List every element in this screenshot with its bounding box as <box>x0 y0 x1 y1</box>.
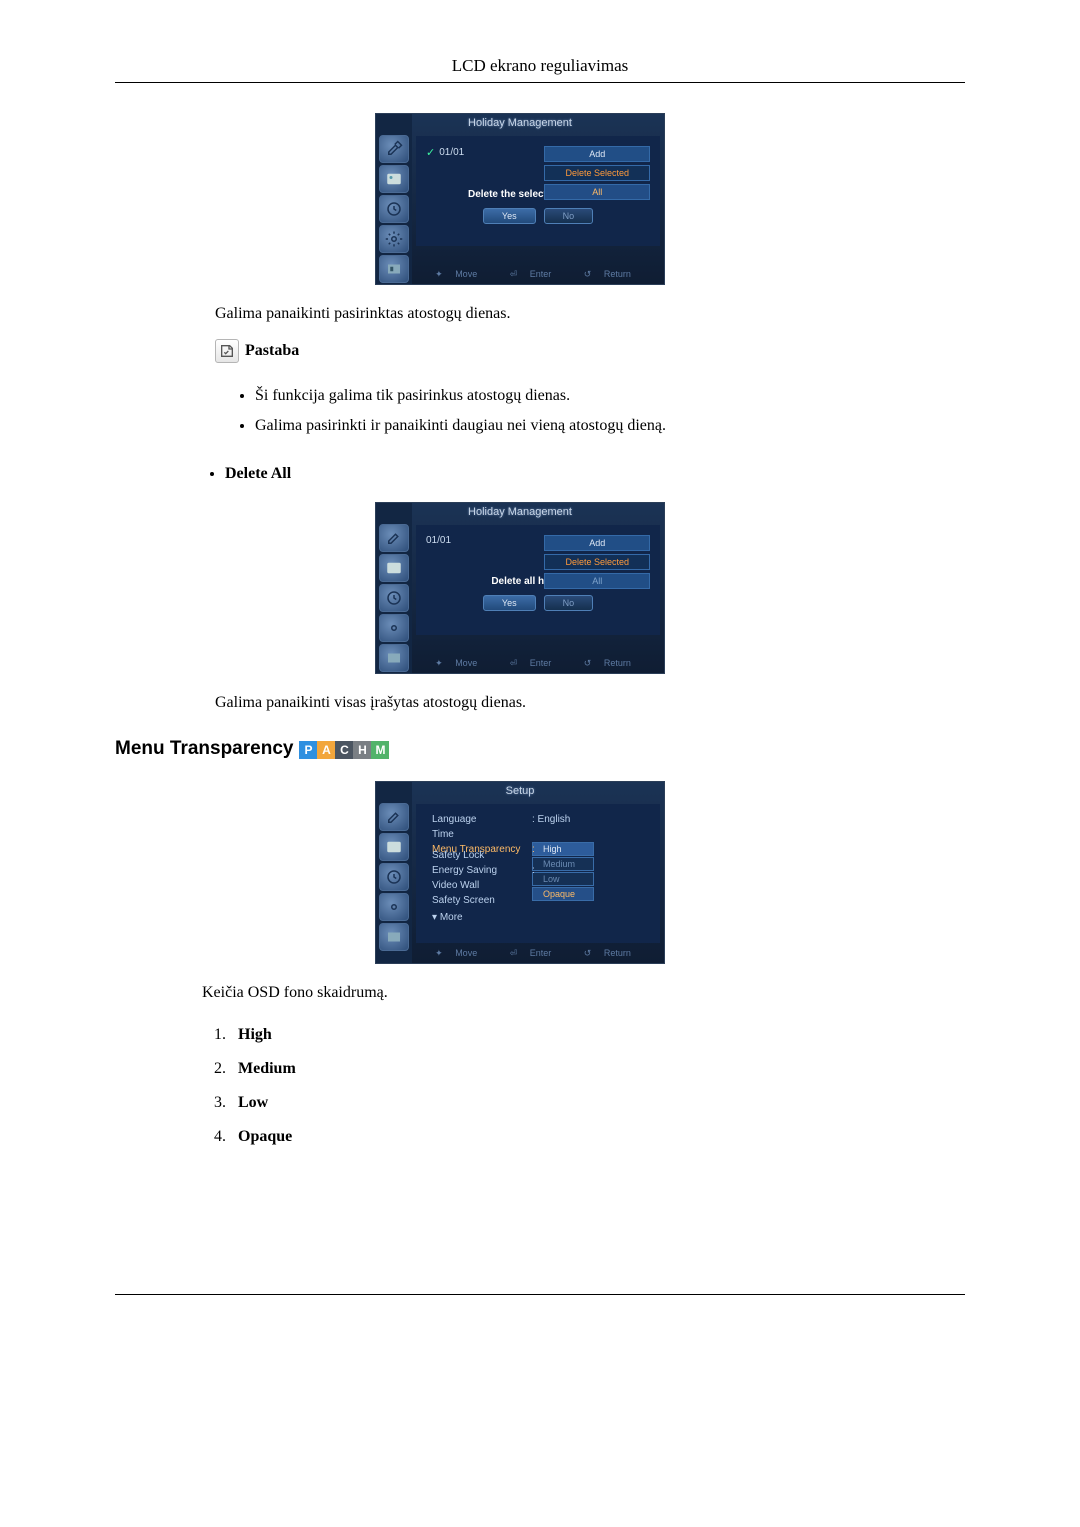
yes-button[interactable]: Yes <box>483 595 536 611</box>
label: Language <box>432 814 532 825</box>
move-hint: ✦ Move <box>435 658 487 668</box>
return-hint: ↺ Return <box>584 658 641 668</box>
gear-icon[interactable] <box>379 893 409 921</box>
row-safety-screen[interactable]: Safety Screen <box>426 893 650 908</box>
tool-icon[interactable] <box>379 803 409 831</box>
enter-hint: ⏎ Enter <box>510 269 562 279</box>
picture-icon[interactable] <box>379 833 409 861</box>
move-hint: ✦ Move <box>435 948 487 958</box>
side-options: Add Delete Selected All <box>544 535 650 592</box>
return-hint: ↺ Return <box>584 269 641 279</box>
label: Safety Screen <box>432 895 532 906</box>
delete-selected-button[interactable]: Delete Selected <box>544 165 650 181</box>
check-icon: ✓ <box>426 146 435 159</box>
osd-footer: ✦ Move ⏎ Enter ↺ Return <box>412 948 664 959</box>
enter-hint: ⏎ Enter <box>510 948 562 958</box>
page-header: LCD ekrano reguliavimas <box>115 48 965 83</box>
enter-hint: ⏎ Enter <box>510 658 562 668</box>
bullet-2: Galima pasirinkti ir panaikinti daugiau … <box>255 411 965 441</box>
bullet-1: Ši funkcija galima tik pasirinkus atosto… <box>255 381 965 411</box>
list-item: Medium <box>230 1052 965 1086</box>
osd-footer: ✦ Move ⏎ Enter ↺ Return <box>412 658 664 669</box>
info-icon[interactable] <box>379 255 409 283</box>
add-button[interactable]: Add <box>544 535 650 551</box>
osd-sidebar-icons <box>376 782 412 963</box>
picture-icon[interactable] <box>379 554 409 582</box>
osd-footer: ✦ Move ⏎ Enter ↺ Return <box>412 269 664 280</box>
badge-p: P <box>299 741 317 759</box>
holiday-date[interactable]: ✓ 01/01 <box>426 146 464 159</box>
picture-icon[interactable] <box>379 165 409 193</box>
osd-holiday-delete-all: Holiday Management 01/01 Add Delete Sele… <box>375 502 665 674</box>
value: : English <box>532 814 570 825</box>
return-hint: ↺ Return <box>584 948 641 958</box>
all-button[interactable]: All <box>544 184 650 200</box>
list-item: Opaque <box>230 1120 965 1154</box>
note-icon <box>215 339 239 363</box>
clock-icon[interactable] <box>379 195 409 223</box>
label: Energy Saving <box>432 865 532 876</box>
side-options: Add Delete Selected All <box>544 146 650 203</box>
footer-rule <box>115 1294 965 1295</box>
delete-selected-desc: Galima panaikinti pasirinktas atostogų d… <box>215 305 965 323</box>
all-button[interactable]: All <box>544 573 650 589</box>
label: Safety Lock <box>432 850 532 861</box>
more-indicator[interactable]: More <box>426 908 650 927</box>
osd-holiday-delete-selected: Holiday Management ✓ 01/01 Add Delete Se… <box>375 113 665 285</box>
badge-h: H <box>353 741 371 759</box>
list-item: High <box>230 1018 965 1052</box>
row-video-wall[interactable]: Video Wall <box>426 878 650 893</box>
delete-selected-button[interactable]: Delete Selected <box>544 554 650 570</box>
info-icon[interactable] <box>379 644 409 672</box>
no-button[interactable]: No <box>544 595 594 611</box>
clock-icon[interactable] <box>379 584 409 612</box>
row-language[interactable]: Language : English <box>426 812 650 827</box>
tool-icon[interactable] <box>379 135 409 163</box>
note-bullets: Ši funkcija galima tik pasirinkus atosto… <box>255 381 965 441</box>
move-hint: ✦ Move <box>435 269 487 279</box>
list-item: Low <box>230 1086 965 1120</box>
label: Time <box>432 829 532 840</box>
row-time[interactable]: Time <box>426 827 650 842</box>
delete-all-label: Delete All <box>225 461 965 487</box>
label: Video Wall <box>432 880 532 891</box>
transparency-list: High Medium Low Opaque <box>230 1018 965 1154</box>
osd-sidebar-icons <box>376 114 412 284</box>
section-desc: Keičia OSD fono skaidrumą. <box>202 984 965 1002</box>
osd-setup-menu-transparency: Setup Language : English Time Menu Trans… <box>375 781 665 964</box>
holiday-date[interactable]: 01/01 <box>426 535 451 546</box>
yes-button[interactable]: Yes <box>483 208 536 224</box>
date-value: 01/01 <box>426 535 451 546</box>
badge-m: M <box>371 741 389 759</box>
add-button[interactable]: Add <box>544 146 650 162</box>
colon: : <box>532 844 535 855</box>
osd-sidebar-icons <box>376 503 412 673</box>
tool-icon[interactable] <box>379 524 409 552</box>
clock-icon[interactable] <box>379 863 409 891</box>
note-label: Pastaba <box>245 342 299 360</box>
gear-icon[interactable] <box>379 225 409 253</box>
input-badges: P A C H M <box>299 741 389 759</box>
row-safety-lock[interactable]: Safety Lock <box>426 848 650 863</box>
section-heading: Menu Transparency <box>115 738 293 760</box>
badge-a: A <box>317 741 335 759</box>
row-energy-saving[interactable]: Energy Saving : <box>426 863 650 878</box>
colon: : <box>532 865 535 876</box>
gear-icon[interactable] <box>379 614 409 642</box>
date-value: 01/01 <box>439 147 464 158</box>
info-icon[interactable] <box>379 923 409 951</box>
badge-c: C <box>335 741 353 759</box>
delete-all-desc: Galima panaikinti visas įrašytas atostog… <box>215 694 965 712</box>
no-button[interactable]: No <box>544 208 594 224</box>
note-row: Pastaba <box>215 339 965 363</box>
delete-all-heading: Delete All <box>225 461 965 487</box>
